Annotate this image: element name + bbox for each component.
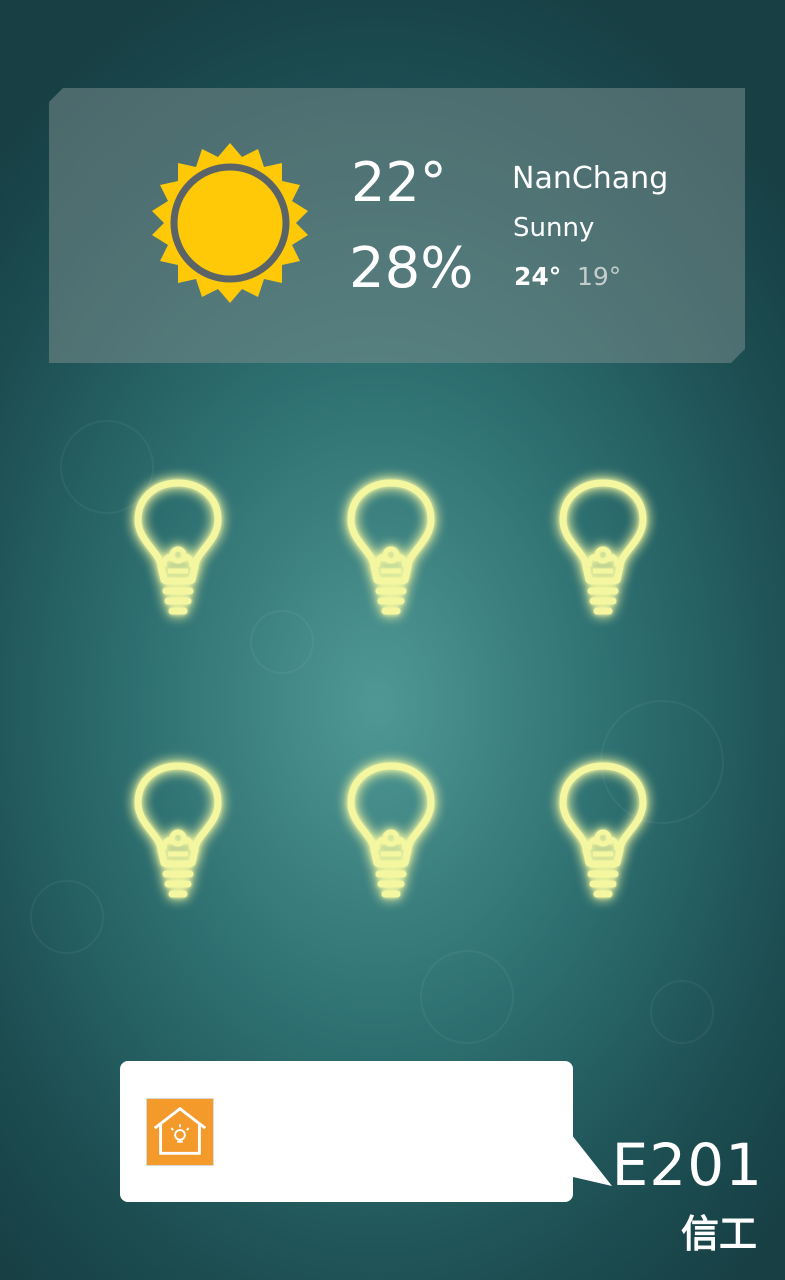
building-name: 信工 xyxy=(680,1212,757,1256)
light-bulb-3[interactable] xyxy=(553,475,653,625)
humidity: 28% xyxy=(349,236,474,301)
lightbulb-icon xyxy=(559,762,647,898)
lightbulb-icon xyxy=(134,479,222,615)
temperature: 22° xyxy=(351,151,447,214)
lightbulb-icon xyxy=(347,479,435,615)
light-bulb-5[interactable] xyxy=(341,758,441,908)
sun-icon xyxy=(148,141,312,305)
lightbulb-icon xyxy=(347,762,435,898)
high-temperature: 24° xyxy=(514,262,562,291)
light-bulb-4[interactable] xyxy=(128,758,228,908)
house-bulb-glyph xyxy=(153,1106,207,1155)
weather-card: 22° 28% NanChang Sunny 24° 19° xyxy=(49,88,745,363)
weather-condition: Sunny xyxy=(513,213,595,243)
smart-home-icon[interactable] xyxy=(146,1098,214,1166)
light-bulb-6[interactable] xyxy=(553,758,653,908)
lightbulb-icon xyxy=(559,479,647,615)
lightbulb-icon xyxy=(134,762,222,898)
light-bulb-1[interactable] xyxy=(128,475,228,625)
room-number: E201 xyxy=(611,1131,763,1199)
light-bulb-2[interactable] xyxy=(341,475,441,625)
low-temperature: 19° xyxy=(577,262,622,291)
city-name: NanChang xyxy=(512,161,669,196)
